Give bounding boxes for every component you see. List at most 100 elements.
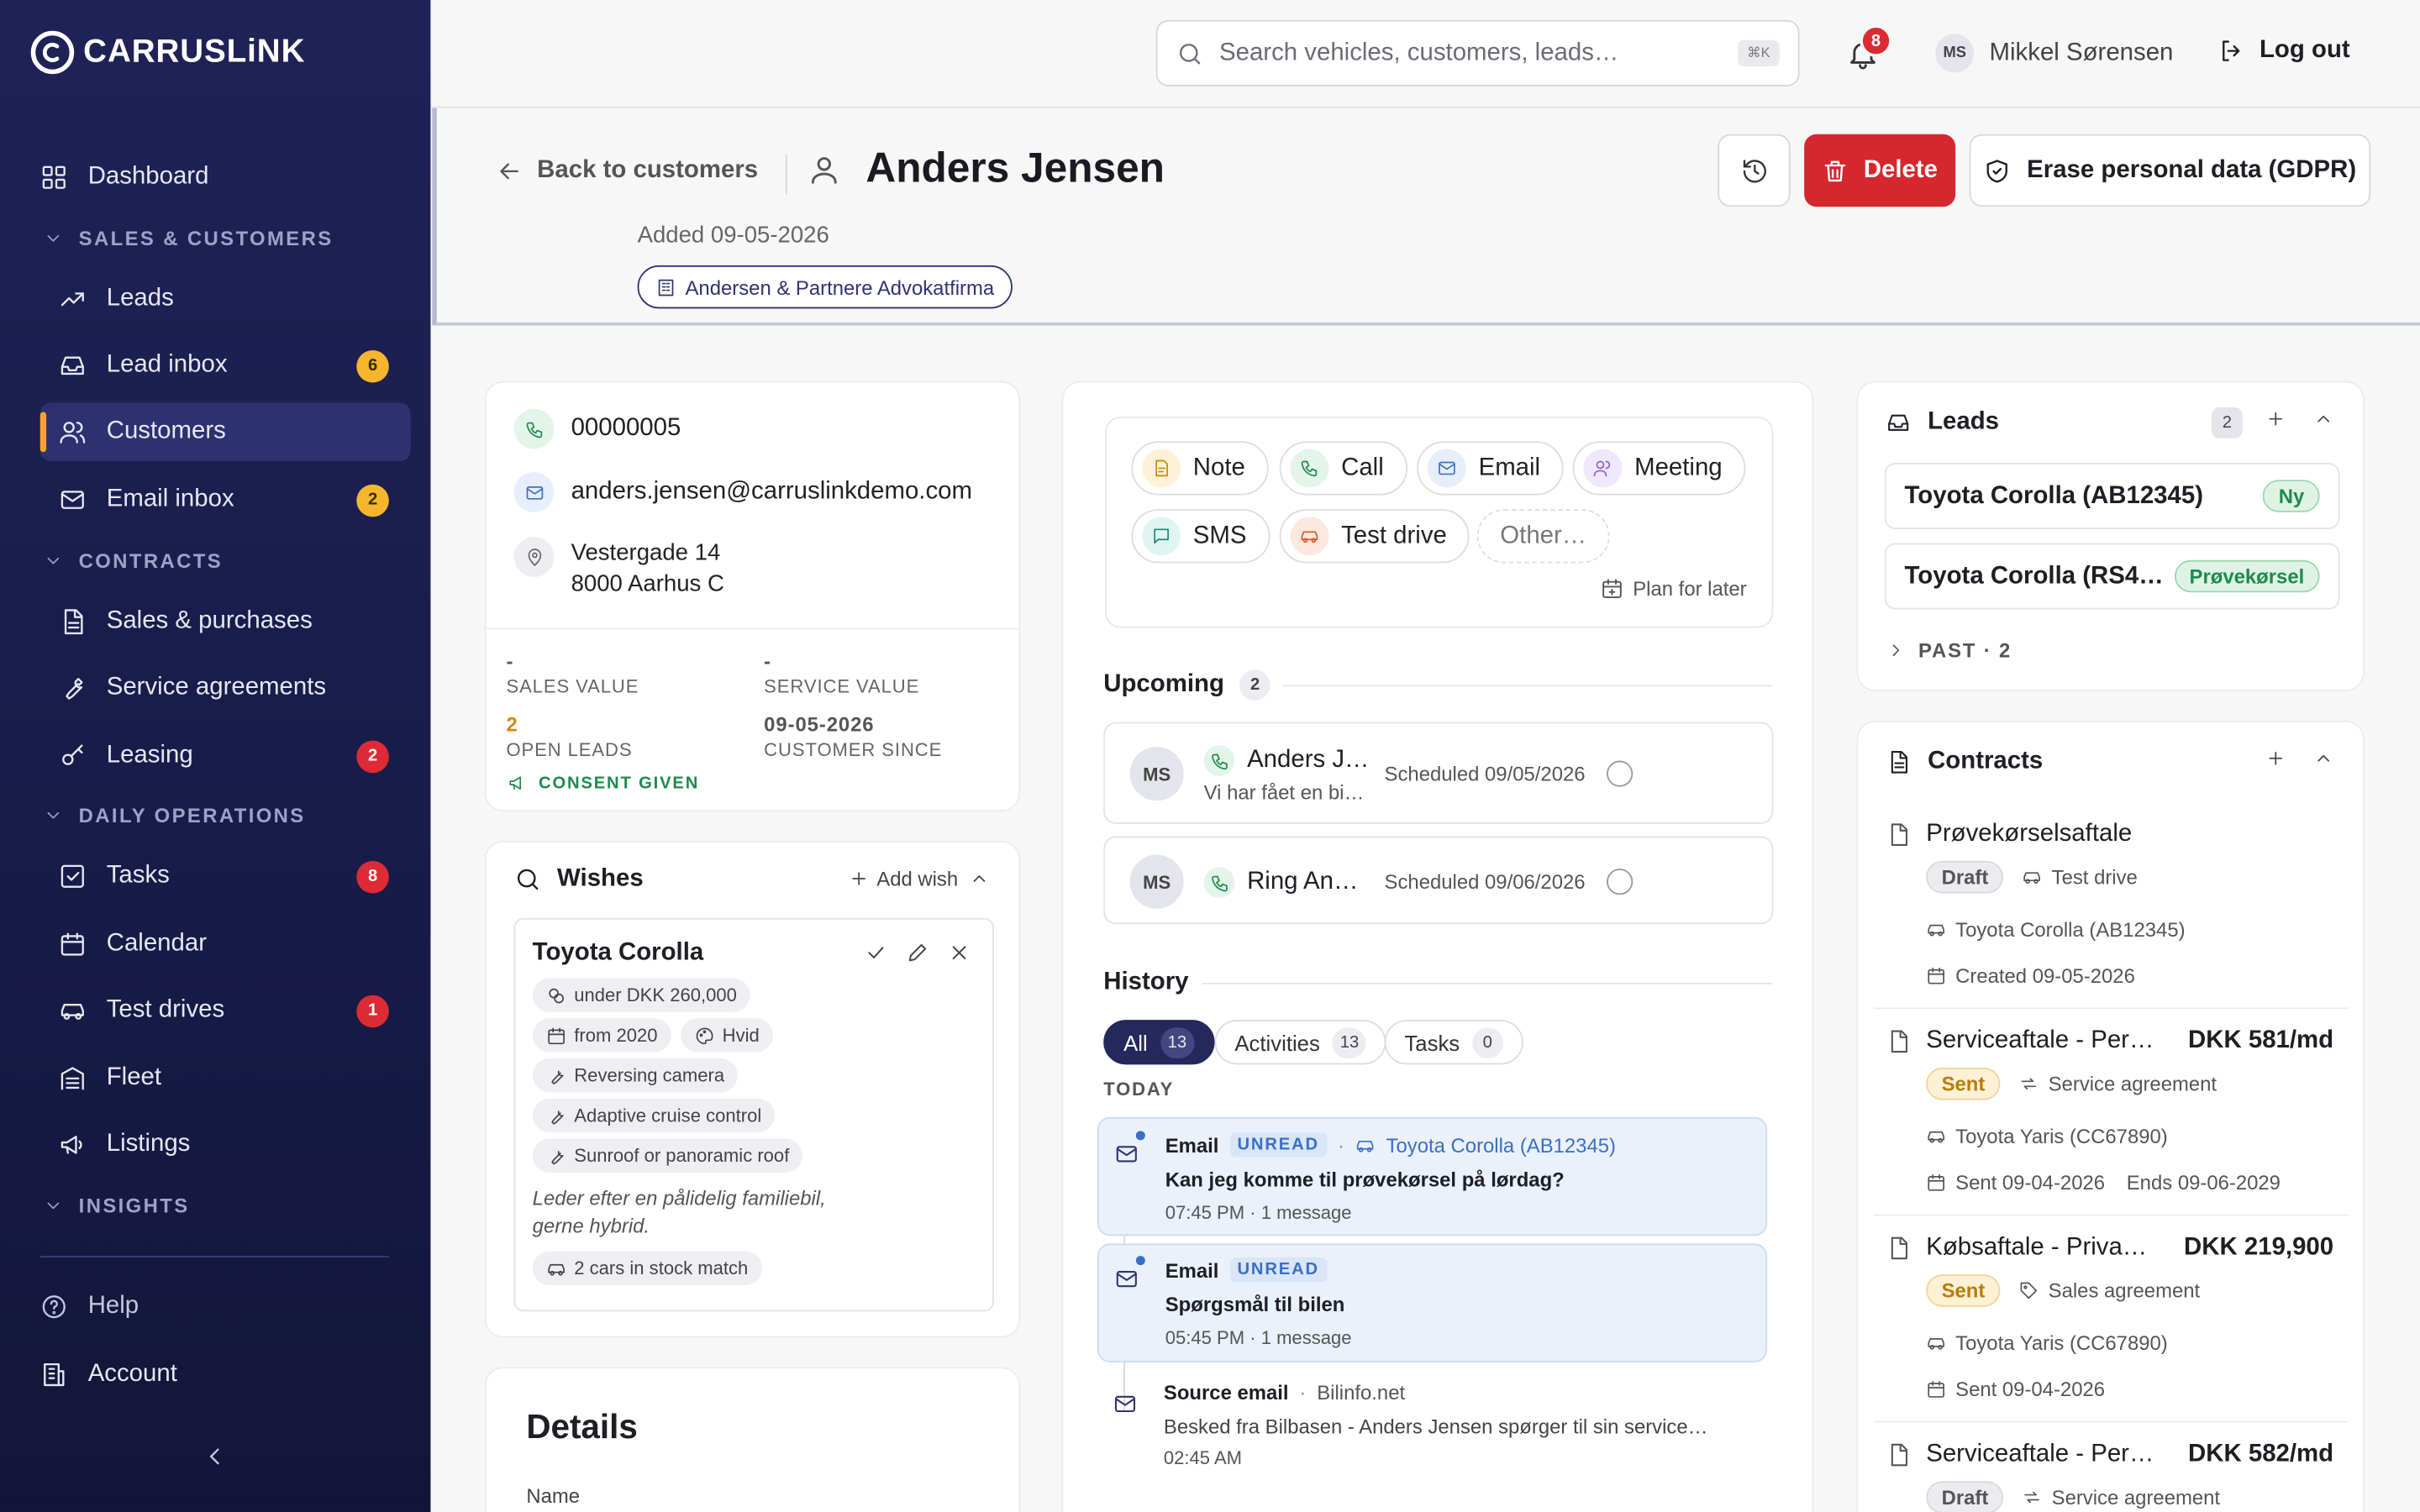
section-daily-operations[interactable]: DAILY OPERATIONS [43,804,305,827]
collapse-wishes-button[interactable] [969,869,989,889]
contract-item[interactable]: Serviceaftale - Per… DKK 582/md [1886,1441,2333,1469]
contract-item[interactable]: Prøvekørselsaftale [1886,821,2132,848]
other-action-button[interactable]: Other… [1476,509,1610,564]
nav-leasing[interactable]: Leasing 2 [40,727,411,785]
erase-gdpr-button[interactable]: Erase personal data (GDPR) [1969,134,2371,207]
add-wish-button[interactable]: Add wish [849,867,958,890]
sidebar-divider [39,1256,389,1257]
document-icon [64,609,83,635]
leads-card: Leads 2 Toyota Corolla (AB12345) Ny Toyot… [1856,381,2365,691]
email-row[interactable]: anders.jensen@carruslinkdemo.com [513,472,972,512]
check-icon[interactable] [865,941,888,964]
brand-logo[interactable]: CARRUSLiNK [30,30,306,75]
upcoming-item[interactable]: MS Ring An… Scheduled 09/06/2026 [1103,836,1774,925]
meeting-action-button[interactable]: Meeting [1572,441,1746,496]
nav-leads[interactable]: Leads [40,270,411,328]
tab-count: 13 [1160,1026,1195,1058]
contract-item[interactable]: Købsaftale - Priva… DKK 219,900 [1886,1234,2333,1262]
phone-row[interactable]: 00000005 [513,408,681,449]
collapse-contracts-button[interactable] [2313,748,2333,769]
plan-later-button[interactable]: Plan for later [1601,577,1747,600]
sales-value-stat: - SALES VALUE [506,649,639,697]
collapse-sidebar-button[interactable] [201,1442,229,1470]
test-drive-action-button[interactable]: Test drive [1279,509,1470,564]
nav-tasks[interactable]: Tasks 8 [40,847,411,906]
calendar-plus-icon [1602,579,1622,599]
lead-item[interactable]: Toyota Corolla (AB12345) Ny [1884,463,2340,529]
history-button[interactable] [1718,134,1791,207]
contract-status-badge: Draft [1926,860,2004,894]
calendar-icon [1928,1381,1944,1398]
nav-test-drives[interactable]: Test drives 1 [40,981,411,1040]
note-action-button[interactable]: Note [1131,441,1269,496]
history-subject: Kan jeg komme til prøvekørsel på lørdag? [1165,1168,1565,1191]
section-contracts[interactable]: CONTRACTS [43,549,223,572]
nav-sales-purchases[interactable]: Sales & purchases [40,592,411,651]
collapse-leads-button[interactable] [2313,409,2333,429]
wrench-icon [551,1110,564,1124]
nav-dashboard[interactable]: Dashboard [40,148,411,207]
upcoming-item[interactable]: MS Anders J… Vi har fået en bi… Schedule… [1103,722,1774,824]
close-icon[interactable] [948,941,971,964]
nav-account[interactable]: Account [40,1346,411,1404]
tab-all[interactable]: All 13 [1103,1020,1215,1065]
add-lead-button[interactable] [2265,409,2286,429]
stock-match-tag[interactable]: 2 cars in stock match [532,1251,762,1285]
section-sales-customers[interactable]: SALES & CUSTOMERS [43,227,333,250]
document-icon [1891,823,1908,846]
gdpr-label: Erase personal data (GDPR) [2027,156,2357,183]
past-leads-label: PAST · 2 [1918,638,2012,662]
add-contract-button[interactable] [2265,748,2286,769]
company-tag[interactable]: Andersen & Partnere Advokatfirma [637,265,1013,309]
car-icon [1928,1131,1944,1143]
nav-customers[interactable]: Customers [39,402,411,462]
history-item[interactable]: Source email · Bilinfo.net Besked fra Bi… [1097,1370,1767,1486]
nav-lead-inbox[interactable]: Lead inbox 6 [40,336,411,395]
stat-label: SERVICE VALUE [764,675,920,698]
tab-activities[interactable]: Activities 13 [1214,1020,1387,1065]
section-insights[interactable]: INSIGHTS [43,1194,189,1217]
tasks-badge: 8 [356,859,389,893]
search-input[interactable]: Search vehicles, customers, leads… ⌘K [1155,19,1800,87]
tag-label: Adaptive cruise control [574,1105,762,1126]
history-item[interactable]: Email UNREAD Spørgsmål til bilen 05:45 P… [1097,1243,1768,1362]
email-action-button[interactable]: Email [1417,441,1564,496]
inbox-icon [1888,414,1909,431]
nav-fleet[interactable]: Fleet [40,1049,411,1108]
complete-checkbox[interactable] [1607,760,1634,787]
lead-item[interactable]: Toyota Corolla (RS4… Prøvekørsel [1884,543,2340,610]
contract-kind: Service agreement [2051,1485,2221,1509]
brand-name: CARRUSLiNK [83,34,306,70]
complete-checkbox[interactable] [1607,869,1634,895]
contract-item[interactable]: Serviceaftale - Per… DKK 581/md [1886,1027,2333,1055]
car-icon [60,1003,84,1020]
contract-vehicle: Toyota Corolla (AB12345) [1926,918,2186,941]
calendar-icon [1928,967,1944,984]
nav-calendar[interactable]: Calendar [40,915,411,974]
address-line1: Vestergade 14 [571,539,721,567]
nav-listings[interactable]: Listings [40,1116,411,1174]
back-to-customers-link[interactable]: Back to customers [496,157,758,185]
tab-tasks[interactable]: Tasks 0 [1384,1020,1523,1065]
call-action-button[interactable]: Call [1279,441,1407,496]
edit-icon[interactable] [906,941,929,964]
past-leads-toggle[interactable]: PAST · 2 [1886,638,2012,662]
nav-email-inbox[interactable]: Email inbox 2 [40,470,411,529]
lead-inbox-badge: 6 [356,349,389,382]
open-leads-stat[interactable]: 2 OPEN LEADS [506,713,632,761]
nav-help[interactable]: Help [40,1278,411,1336]
stat-value: 2 [506,712,518,737]
wish-actions [865,941,971,964]
action-label: SMS [1192,522,1247,549]
nav-service-agreements[interactable]: Service agreements [40,659,411,717]
vehicle-link[interactable]: Toyota Corolla (AB12345) [1386,1133,1616,1157]
repeat-icon [2021,1078,2037,1090]
phone-number: 00000005 [571,415,681,442]
sms-action-button[interactable]: SMS [1131,509,1270,564]
address-row: Vestergade 14 8000 Aarhus C [513,537,724,600]
logout-button[interactable]: Log out [2217,37,2350,65]
user-menu[interactable]: MS Mikkel Sørensen [1935,34,2173,73]
wish-car: Toyota Corolla [532,939,704,966]
history-item[interactable]: Email UNREAD · Toyota Corolla (AB12345) … [1097,1116,1768,1236]
delete-button[interactable]: Delete [1804,134,1956,207]
